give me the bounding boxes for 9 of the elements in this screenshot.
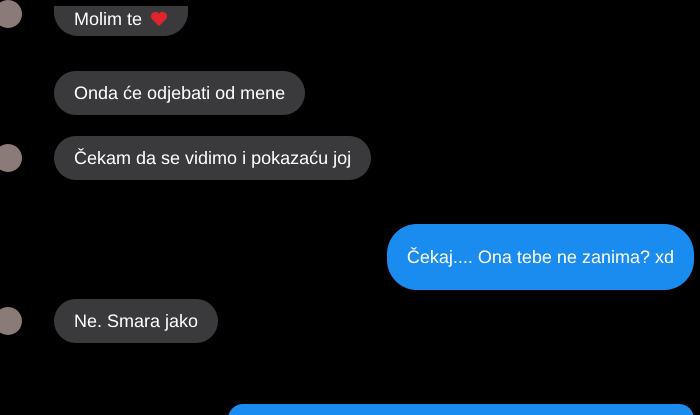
message-text: Onda će odjebati od mene — [74, 82, 286, 104]
message-text: Čekam da se vidimo i pokazaću joj — [74, 147, 352, 169]
message-text: Ne. Smara jako — [74, 310, 198, 332]
message-text: Molim te — [74, 8, 142, 30]
avatar — [0, 144, 22, 172]
avatar — [0, 0, 22, 28]
heart-icon — [150, 11, 168, 27]
message-text: Čekaj.... Ona tebe ne zanima? xd — [406, 246, 674, 268]
avatar — [0, 307, 22, 335]
